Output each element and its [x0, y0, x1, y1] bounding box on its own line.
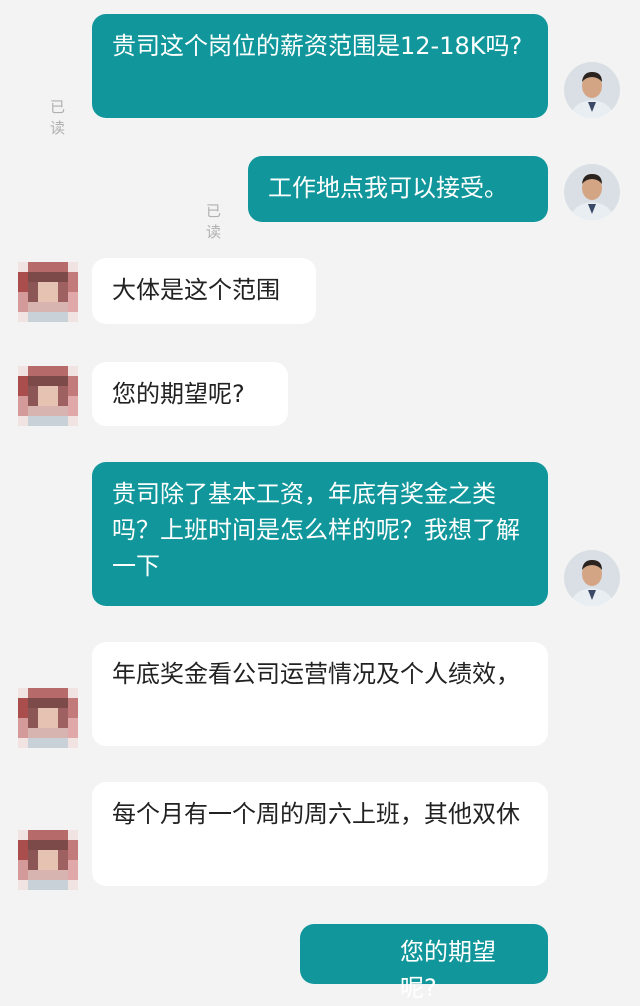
read-status: 已读: [50, 98, 66, 137]
read-status: 已读: [206, 202, 222, 241]
user-avatar-man[interactable]: [564, 62, 620, 118]
message-bubble-received[interactable]: 您的期望呢?: [92, 362, 288, 426]
message-bubble-sent[interactable]: 工作地点我可以接受。: [248, 156, 548, 222]
message-bubble-received[interactable]: 大体是这个范围: [92, 258, 316, 324]
user-avatar-man[interactable]: [564, 550, 620, 606]
message-bubble-sent[interactable]: 贵司这个岗位的薪资范围是12-18K吗?: [92, 14, 548, 118]
pixelated-avatar-icon[interactable]: [18, 830, 78, 890]
user-avatar-man[interactable]: [564, 164, 620, 220]
message-bubble-received[interactable]: 每个月有一个周的周六上班，其他双休: [92, 782, 548, 886]
message-bubble-received[interactable]: 年底奖金看公司运营情况及个人绩效，: [92, 642, 548, 746]
message-bubble-sent[interactable]: 您的期望呢?: [300, 924, 548, 1002]
pixelated-avatar-icon[interactable]: [18, 688, 78, 748]
message-bubble-sent[interactable]: 贵司除了基本工资，年底有奖金之类吗？上班时间是怎么样的呢？我想了解一下: [92, 462, 548, 606]
pixelated-avatar-icon[interactable]: [18, 366, 78, 426]
pixelated-avatar-icon[interactable]: [18, 262, 78, 322]
